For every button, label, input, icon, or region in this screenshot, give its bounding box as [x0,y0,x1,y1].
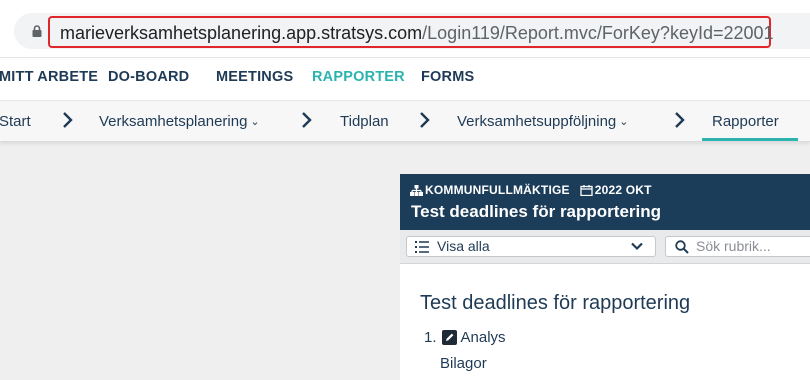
org-chart-icon [410,184,423,196]
calendar-icon [580,184,593,196]
search-field[interactable]: Sök rubrik... [665,236,810,257]
chevron-right-icon [675,112,685,128]
chevron-right-icon [302,112,312,128]
report-period: 2022 OKT [594,183,652,197]
breadcrumb-start[interactable]: Start [0,113,31,130]
url-highlight-frame: marieverksamhetsplanering.app.stratsys.c… [48,16,774,48]
lock-icon[interactable] [31,25,43,37]
report-header: KOMMUNFULLMÄKTIGE 2022 OKT Test deadline… [400,174,810,230]
url-text[interactable]: marieverksamhetsplanering.app.stratsys.c… [60,22,774,44]
breadcrumb-tidplan[interactable]: Tidplan [340,113,389,130]
breadcrumb-label: Verksamhetsuppföljning [457,113,617,130]
browser-toolbar: marieverksamhetsplanering.app.stratsys.c… [0,0,810,58]
chevron-right-icon [63,112,73,128]
report-toolbar: Visa alla Sök rubrik... [400,230,810,264]
breadcrumb-verksamhetsuppfoljning[interactable]: Verksamhetsuppföljning ⌄ [457,113,628,130]
edit-icon[interactable] [441,330,457,345]
chevron-down-icon: ⌄ [250,116,260,128]
chevron-right-icon [420,112,430,128]
breadcrumb: Start Verksamhetsplanering ⌄ Tidplan Verk… [0,100,810,142]
filter-value: Visa alla [437,238,490,254]
nav-rapporter[interactable]: RAPPORTER [312,69,405,85]
address-bar[interactable]: marieverksamhetsplanering.app.stratsys.c… [14,13,810,49]
breadcrumb-rapporter[interactable]: Rapporter [712,113,779,130]
url-path: /Login119/Report.mvc/ForKey?keyId=22001 [422,23,774,43]
chevron-down-icon: ⌄ [619,116,629,128]
nav-meetings[interactable]: MEETINGS [216,69,293,85]
nav-forms[interactable]: FORMS [421,69,474,85]
breadcrumb-verksamhetsplanering[interactable]: Verksamhetsplanering ⌄ [99,113,260,130]
nav-do-board[interactable]: DO-BOARD [108,69,189,85]
breadcrumb-label: Verksamhetsplanering [99,113,248,130]
list-icon [415,241,429,253]
report-meta: KOMMUNFULLMÄKTIGE 2022 OKT [410,183,652,197]
report-header-title: Test deadlines för rapportering [411,202,662,221]
report-unit: KOMMUNFULLMÄKTIGE [425,183,570,197]
item-sub-label[interactable]: Bilagor [440,355,487,372]
active-breadcrumb-indicator [702,138,798,141]
filter-select[interactable]: Visa alla [406,236,656,257]
top-navigation: MITT ARBETE DO-BOARD MEETINGS RAPPORTER … [0,58,810,100]
item-label: Analys [460,329,506,346]
search-icon [675,240,689,254]
url-host: marieverksamhetsplanering.app.stratsys.c… [60,23,423,43]
nav-mitt-arbete[interactable]: MITT ARBETE [0,69,98,85]
list-item[interactable]: 1. Analys [424,329,506,346]
report-content-title: Test deadlines för rapportering [420,292,691,314]
chevron-down-icon [631,242,643,251]
search-input: Sök rubrik... [696,238,771,254]
report-panel: KOMMUNFULLMÄKTIGE 2022 OKT Test deadline… [400,174,810,380]
item-number: 1. [424,329,437,346]
